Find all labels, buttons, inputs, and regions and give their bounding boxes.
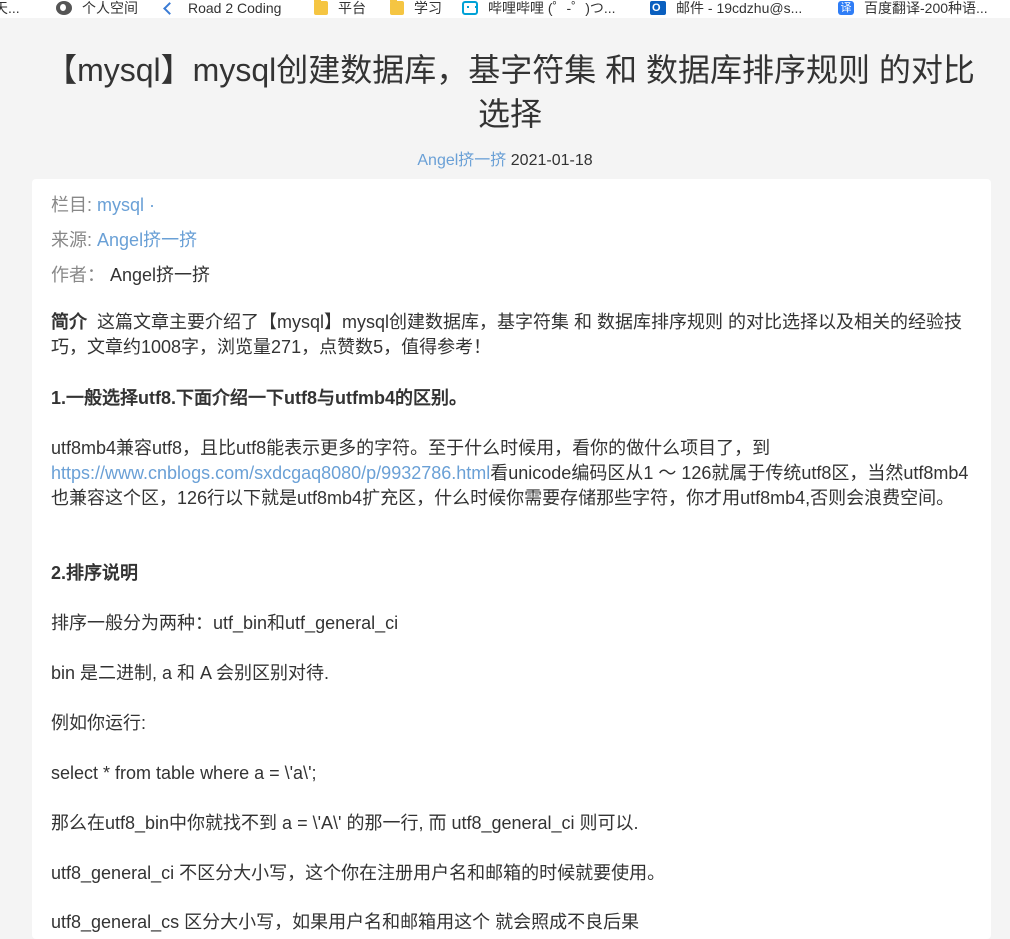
- paragraph-sort-types: 排序一般分为两种：utf_bin和utf_general_ci: [51, 613, 399, 633]
- paragraph-general-cs: utf8_general_cs 区分大小写，如果用户名和邮箱用这个 就会照成不良…: [51, 912, 640, 932]
- author-link[interactable]: Angel挤一挤: [417, 152, 506, 169]
- author-value: Angel挤一挤: [110, 265, 211, 285]
- bookmark-item[interactable]: 学习: [390, 0, 442, 16]
- outlook-icon: [650, 1, 666, 15]
- intro-paragraph: 简介 这篇文章主要介绍了【mysql】mysql创建数据库，基字符集 和 数据库…: [51, 310, 971, 360]
- bookmark-label: 天...: [0, 0, 20, 16]
- intro-label: 简介: [51, 312, 87, 332]
- bookmark-label: 个人空间: [82, 0, 138, 16]
- paragraph-example: 例如你运行:: [51, 713, 147, 733]
- paragraph-text: utf8mb4兼容utf8，且比utf8能表示更多的字符。至于什么时候用，看你的…: [51, 438, 771, 458]
- paragraph-bin-result: 那么在utf8_bin中你就找不到 a = \'A\' 的那一行, 而 utf8…: [51, 813, 639, 833]
- bookmark-item[interactable]: 平台: [314, 0, 366, 16]
- bookmark-item[interactable]: 邮件 - 19cdzhu@s...: [650, 0, 802, 16]
- translate-icon: 译: [838, 1, 854, 15]
- paragraph-general-ci: utf8_general_ci 不区分大小写，这个你在注册用户名和邮箱的时候就要…: [51, 863, 666, 883]
- folder-icon: [390, 0, 404, 15]
- bilibili-icon: [462, 1, 478, 15]
- bookmark-label: 哔哩哔哩 (゜-゜)つ...: [488, 0, 616, 16]
- bookmark-item[interactable]: 天...: [0, 0, 20, 16]
- column-link[interactable]: mysql ·: [97, 195, 155, 215]
- article-meta: Angel挤一挤 2021-01-18: [0, 146, 1010, 170]
- source-link[interactable]: Angel挤一挤: [97, 230, 197, 250]
- bookmark-label: 平台: [338, 0, 366, 16]
- paragraph-utf8mb4: utf8mb4兼容utf8，且比utf8能表示更多的字符。至于什么时候用，看你的…: [51, 436, 971, 511]
- bookmarks-bar: 天... 个人空间 Road 2 Coding 平台 学习 哔哩哔哩 (゜-゜)…: [0, 0, 1010, 18]
- code-line: select * from table where a = \'a\';: [51, 763, 317, 783]
- folder-icon: [314, 0, 328, 15]
- section-heading-1: 1.一般选择utf8.下面介绍一下utf8与utfmb4的区别。: [51, 388, 467, 408]
- bookmark-label: 百度翻译-200种语...: [864, 0, 988, 16]
- section-heading-2: 2.排序说明: [51, 563, 139, 583]
- code-icon: [164, 1, 178, 15]
- source-row: 来源: Angel挤一挤: [51, 226, 197, 252]
- column-label: 栏目:: [51, 195, 93, 215]
- bookmark-label: 邮件 - 19cdzhu@s...: [676, 0, 803, 16]
- author-label: 作者：: [51, 265, 105, 285]
- bookmark-item[interactable]: 个人空间: [56, 0, 138, 16]
- bookmark-label: 学习: [414, 0, 442, 16]
- publish-date: 2021-01-18: [510, 152, 593, 169]
- source-label: 来源:: [51, 230, 93, 250]
- article-card: 栏目: mysql · 来源: Angel挤一挤 作者： Angel挤一挤 简介…: [32, 179, 991, 939]
- paragraph-bin: bin 是二进制, a 和 A 会别区别对待.: [51, 663, 330, 683]
- bookmark-item[interactable]: 译 百度翻译-200种语...: [838, 0, 988, 16]
- intro-text: 这篇文章主要介绍了【mysql】mysql创建数据库，基字符集 和 数据库排序规…: [51, 312, 963, 357]
- globe-icon: [56, 1, 72, 15]
- bookmark-item[interactable]: 哔哩哔哩 (゜-゜)つ...: [462, 0, 616, 16]
- bookmark-item[interactable]: Road 2 Coding: [164, 0, 281, 16]
- column-row: 栏目: mysql ·: [51, 191, 155, 217]
- author-row: 作者： Angel挤一挤: [51, 261, 210, 287]
- bookmark-label: Road 2 Coding: [188, 0, 282, 16]
- reference-link[interactable]: https://www.cnblogs.com/sxdcgaq8080/p/99…: [51, 463, 490, 483]
- article-title: 【mysql】mysql创建数据库，基字符集 和 数据库排序规则 的对比选择: [45, 52, 975, 132]
